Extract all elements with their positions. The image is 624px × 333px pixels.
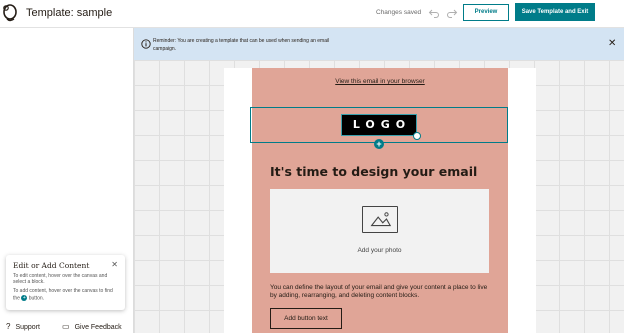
image-placeholder-icon: [362, 206, 398, 233]
email-heading[interactable]: It's time to design your email: [270, 164, 477, 179]
banner-text: Reminder: You are creating a template th…: [153, 38, 330, 52]
mailchimp-logo-icon[interactable]: [2, 3, 18, 23]
photo-label: Add your photo: [357, 247, 402, 254]
page-title: Template: sample: [26, 7, 113, 19]
support-link[interactable]: ? Support: [6, 322, 40, 331]
help-text-add-after: button.: [28, 294, 45, 301]
image-block[interactable]: Add your photo: [270, 189, 489, 273]
redo-icon[interactable]: [446, 7, 458, 19]
email-cta-button[interactable]: Add button text: [270, 308, 342, 329]
close-icon[interactable]: ✕: [111, 260, 118, 269]
help-card-title: Edit or Add Content: [13, 261, 90, 270]
reminder-banner: Reminder: You are creating a template th…: [134, 28, 624, 60]
help-text-edit: To edit content, hover over the canvas a…: [13, 273, 108, 286]
save-status: Changes saved: [376, 9, 422, 16]
view-in-browser-link[interactable]: View this email in your browser: [252, 78, 508, 85]
plus-icon: +: [21, 294, 28, 301]
info-icon: [141, 39, 151, 49]
help-icon: ?: [6, 322, 11, 331]
feedback-icon: ▭: [62, 322, 70, 331]
resize-handle[interactable]: [413, 132, 421, 140]
save-template-button[interactable]: Save Template and Exit: [515, 3, 595, 21]
feedback-label: Give Feedback: [74, 324, 122, 331]
feedback-link[interactable]: ▭ Give Feedback: [62, 322, 122, 331]
help-text-add: To add content, hover over the canvas to…: [13, 288, 118, 301]
preview-button[interactable]: Preview: [463, 4, 509, 21]
undo-icon[interactable]: [428, 7, 440, 19]
help-card: Edit or Add Content ✕ To edit content, h…: [6, 255, 125, 310]
email-body-text[interactable]: You can define the layout of your email …: [270, 284, 495, 300]
support-label: Support: [15, 324, 40, 331]
logo-image[interactable]: LOGO: [341, 114, 417, 136]
top-bar: Template: sample Changes saved Preview S…: [0, 0, 624, 28]
close-icon[interactable]: ✕: [608, 39, 616, 49]
add-block-plus-icon[interactable]: +: [374, 139, 384, 149]
